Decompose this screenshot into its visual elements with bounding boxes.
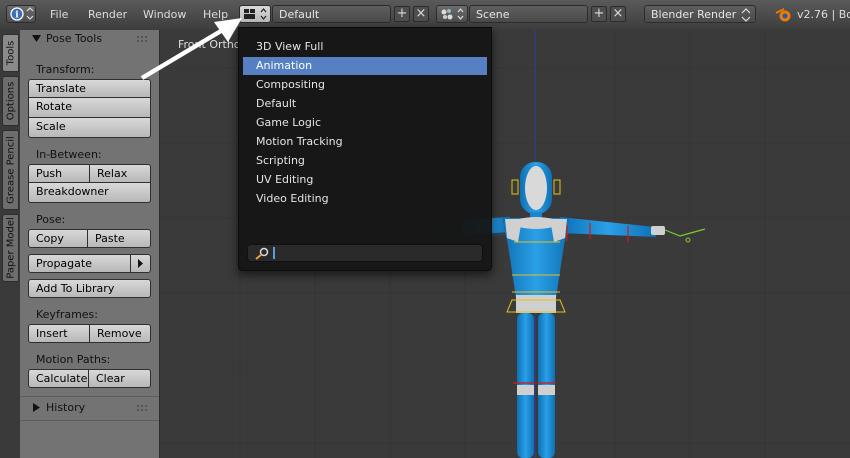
panel-divider <box>20 396 159 397</box>
menu-file[interactable]: File <box>50 8 68 21</box>
tab-paper-model[interactable]: Paper Model <box>2 214 19 282</box>
screen-layout-dropdown: 3D View Full Animation Compositing Defau… <box>238 27 492 271</box>
clear-button[interactable]: Clear <box>89 369 151 388</box>
inbetween-label: In-Between: <box>36 148 102 161</box>
scale-button[interactable]: Scale <box>28 118 151 138</box>
layout-item-animation[interactable]: Animation <box>243 57 487 75</box>
panel-title: Pose Tools <box>46 32 103 45</box>
propagate-menu-button[interactable] <box>131 254 151 273</box>
motion-paths-label: Motion Paths: <box>36 353 111 366</box>
close-icon: × <box>612 6 624 21</box>
layout-item-motion-tracking[interactable]: Motion Tracking <box>243 133 487 151</box>
remove-screen-button[interactable]: × <box>413 6 429 22</box>
render-engine-label: Blender Render <box>651 8 737 21</box>
version-label: v2.76 | Bo <box>797 8 850 21</box>
scene-field[interactable]: Scene <box>469 5 588 23</box>
plus-icon: + <box>593 6 605 21</box>
add-scene-button[interactable]: + <box>591 6 607 22</box>
pose-label: Pose: <box>36 213 66 226</box>
blender-logo-icon <box>775 8 791 22</box>
layout-item-default[interactable]: Default <box>243 95 487 113</box>
updown-arrows-icon <box>741 8 751 22</box>
propagate-button[interactable]: Propagate <box>28 254 131 273</box>
menu-render[interactable]: Render <box>88 8 127 21</box>
layout-item-video-editing[interactable]: Video Editing <box>243 190 487 208</box>
history-title: History <box>46 401 86 414</box>
history-header[interactable]: History <box>20 399 159 417</box>
render-engine-select[interactable]: Blender Render <box>644 5 756 23</box>
tool-tabs: Tools Options Grease Pencil Paper Model <box>0 30 21 458</box>
insert-keyframe-button[interactable]: Insert <box>28 324 90 343</box>
remove-keyframe-button[interactable]: Remove <box>90 324 151 343</box>
keyframes-label: Keyframes: <box>36 308 98 321</box>
layout-item-3d-view-full[interactable]: 3D View Full <box>243 38 487 56</box>
panel-divider <box>20 420 159 421</box>
layout-item-uv-editing[interactable]: UV Editing <box>243 171 487 189</box>
drag-handle-icon[interactable] <box>137 405 149 411</box>
search-icon <box>255 247 269 260</box>
collapse-triangle-icon <box>32 35 41 42</box>
copy-button[interactable]: Copy <box>28 229 88 248</box>
remove-scene-button[interactable]: × <box>610 6 626 22</box>
info-icon: i <box>10 7 34 21</box>
text-cursor <box>273 247 275 259</box>
transform-label: Transform: <box>36 63 95 76</box>
layout-item-game-logic[interactable]: Game Logic <box>243 114 487 132</box>
screen-layout-field[interactable]: Default <box>272 5 391 23</box>
tab-grease-pencil[interactable]: Grease Pencil <box>2 130 19 210</box>
layout-item-compositing[interactable]: Compositing <box>243 76 487 94</box>
play-arrow-icon <box>138 259 143 268</box>
calculate-button[interactable]: Calculate <box>28 369 89 388</box>
add-to-library-button[interactable]: Add To Library <box>28 279 151 298</box>
paste-button[interactable]: Paste <box>88 229 151 248</box>
expand-triangle-icon <box>33 403 40 412</box>
push-button[interactable]: Push <box>28 164 90 183</box>
tab-options[interactable]: Options <box>2 76 19 126</box>
arrow-annotation-icon <box>140 18 242 80</box>
scene-icon <box>441 8 464 20</box>
relax-button[interactable]: Relax <box>90 164 151 183</box>
scene-button[interactable] <box>436 5 468 23</box>
layout-item-scripting[interactable]: Scripting <box>243 152 487 170</box>
plus-icon: + <box>396 6 408 21</box>
rotate-button[interactable]: Rotate <box>28 98 151 118</box>
layout-search-input[interactable] <box>247 244 483 262</box>
add-screen-button[interactable]: + <box>394 6 410 22</box>
close-icon: × <box>415 6 427 21</box>
tab-tools[interactable]: Tools <box>2 34 19 72</box>
svg-text:i: i <box>15 11 19 21</box>
editor-type-button[interactable]: i <box>6 5 36 23</box>
breakdowner-button[interactable]: Breakdowner <box>28 183 151 203</box>
